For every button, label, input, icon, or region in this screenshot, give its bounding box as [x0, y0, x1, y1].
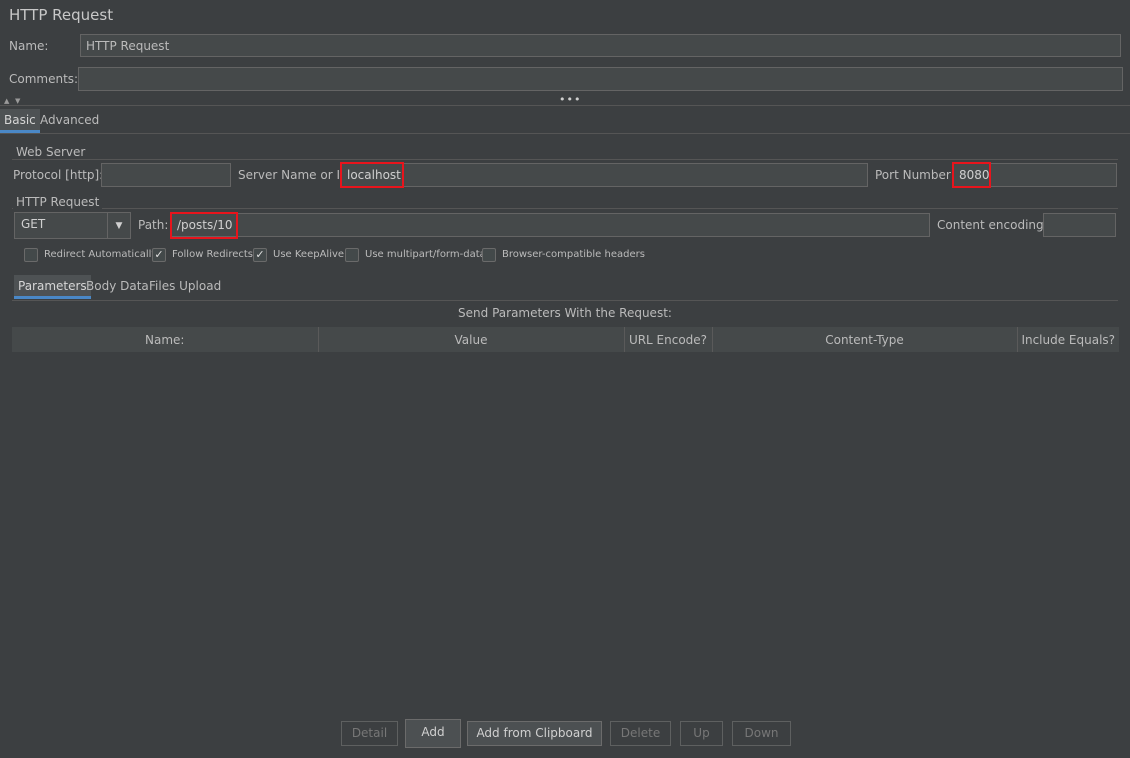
- column-header-include-equals[interactable]: Include Equals?: [1017, 327, 1119, 352]
- method-select[interactable]: GET ▼: [14, 212, 131, 239]
- browser-compatible-label: Browser-compatible headers: [502, 249, 645, 260]
- name-field[interactable]: HTTP Request: [80, 34, 1121, 57]
- follow-redirects-checkbox[interactable]: ✓: [152, 248, 166, 262]
- comments-label: Comments:: [9, 72, 79, 86]
- content-encoding-label: Content encoding:: [937, 218, 1048, 232]
- column-header-value[interactable]: Value: [318, 327, 625, 352]
- expand-down-icon[interactable]: ▼: [15, 97, 20, 105]
- param-tab-divider: [12, 300, 1118, 301]
- protocol-label: Protocol [http]:: [13, 168, 104, 182]
- http-request-group-title: HTTP Request: [13, 195, 103, 209]
- protocol-field[interactable]: [101, 163, 231, 187]
- server-name-field[interactable]: [340, 163, 868, 187]
- column-header-content-type[interactable]: Content-Type: [712, 327, 1018, 352]
- web-server-group-border: [12, 159, 1118, 160]
- use-keepalive-label: Use KeepAlive: [273, 249, 345, 260]
- comments-field[interactable]: [78, 67, 1123, 91]
- down-button[interactable]: Down: [732, 721, 791, 746]
- column-header-name[interactable]: Name:: [12, 327, 319, 352]
- checkmark-icon: ✓: [255, 248, 265, 261]
- tab-files-upload[interactable]: Files Upload: [145, 275, 225, 299]
- http-request-group-border: [12, 208, 1118, 209]
- port-value[interactable]: 8080: [952, 162, 991, 188]
- browser-compatible-checkbox[interactable]: [482, 248, 496, 262]
- use-multipart-label: Use multipart/form-data: [365, 249, 486, 260]
- chevron-down-icon[interactable]: ▼: [107, 213, 130, 238]
- collapse-up-icon[interactable]: ▲: [4, 97, 9, 105]
- port-label: Port Number:: [875, 168, 955, 182]
- detail-button[interactable]: Detail: [341, 721, 398, 746]
- tab-basic[interactable]: Basic: [0, 109, 40, 133]
- use-keepalive-checkbox[interactable]: ✓: [253, 248, 267, 262]
- page-title: HTTP Request: [9, 6, 114, 24]
- follow-redirects-label: Follow Redirects: [172, 249, 253, 260]
- splitter-handle-icon[interactable]: •••: [559, 94, 581, 105]
- method-value: GET: [21, 217, 46, 231]
- checkmark-icon: ✓: [154, 248, 164, 261]
- path-value[interactable]: /posts/10: [170, 212, 238, 239]
- server-name-label: Server Name or IP:: [238, 168, 352, 182]
- content-encoding-field[interactable]: [1043, 213, 1116, 237]
- path-field[interactable]: [170, 213, 930, 237]
- tab-advanced[interactable]: Advanced: [36, 109, 103, 133]
- redirect-automatically-checkbox[interactable]: [24, 248, 38, 262]
- web-server-group-title: Web Server: [13, 145, 89, 159]
- tab-body-data[interactable]: Body Data: [82, 275, 153, 299]
- server-name-value[interactable]: localhost: [340, 162, 404, 188]
- redirect-automatically-label: Redirect Automatically: [44, 249, 158, 260]
- add-from-clipboard-button[interactable]: Add from Clipboard: [467, 721, 602, 746]
- params-title: Send Parameters With the Request:: [458, 306, 672, 320]
- splitter[interactable]: ▲ ▼ •••: [0, 94, 1130, 107]
- splitter-line: [0, 105, 1130, 106]
- delete-button[interactable]: Delete: [610, 721, 671, 746]
- tab-parameters[interactable]: Parameters: [14, 275, 91, 299]
- add-button[interactable]: Add: [405, 719, 461, 748]
- parameters-table[interactable]: Name: Value URL Encode? Content-Type Inc…: [12, 327, 1119, 352]
- use-multipart-checkbox[interactable]: [345, 248, 359, 262]
- column-header-url-encode[interactable]: URL Encode?: [624, 327, 713, 352]
- tab-divider: [0, 133, 1130, 134]
- name-label: Name:: [9, 39, 49, 53]
- up-button[interactable]: Up: [680, 721, 723, 746]
- path-label: Path:: [138, 218, 169, 232]
